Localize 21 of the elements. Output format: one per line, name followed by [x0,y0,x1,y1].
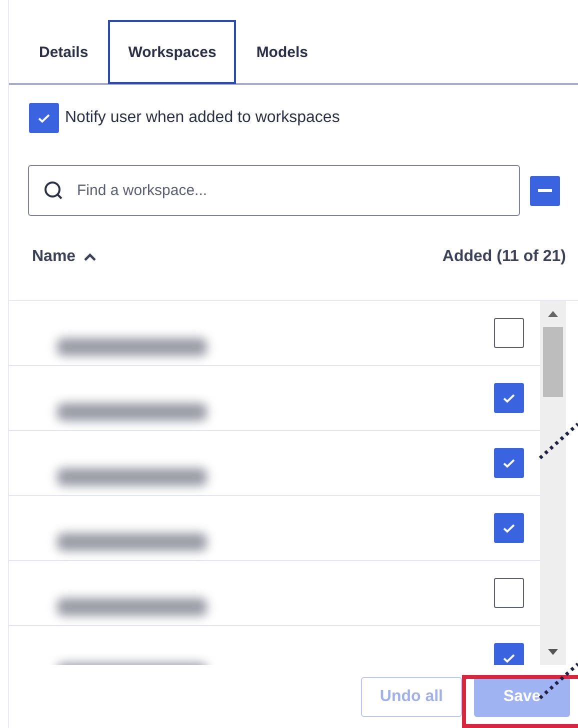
tab[interactable]: Workspaces [108,20,236,84]
sort-caret-icon[interactable] [84,253,96,261]
scrollbar[interactable] [540,301,566,665]
tab[interactable]: Details [19,20,108,84]
minus-icon [538,188,552,192]
checkbox[interactable] [494,513,524,543]
column-header[interactable]: Added (11 of 21) [442,248,566,266]
checkbox[interactable] [494,448,524,478]
checkbox[interactable] [29,103,59,133]
search-field[interactable]: Find a workspace... [28,165,520,216]
tab[interactable]: Models [236,20,328,84]
scroll-thumb[interactable] [543,327,563,397]
scroll-down-icon[interactable] [548,649,558,655]
checkbox[interactable] [494,383,524,413]
column-header[interactable]: Name [32,248,76,266]
scroll-up-icon[interactable] [548,311,558,317]
checkbox[interactable] [494,578,524,608]
checkbox-label: Notify user when added to workspaces [65,109,340,127]
collapse-button[interactable] [530,176,560,206]
checkbox[interactable] [494,318,524,348]
checkbox[interactable] [494,643,524,665]
